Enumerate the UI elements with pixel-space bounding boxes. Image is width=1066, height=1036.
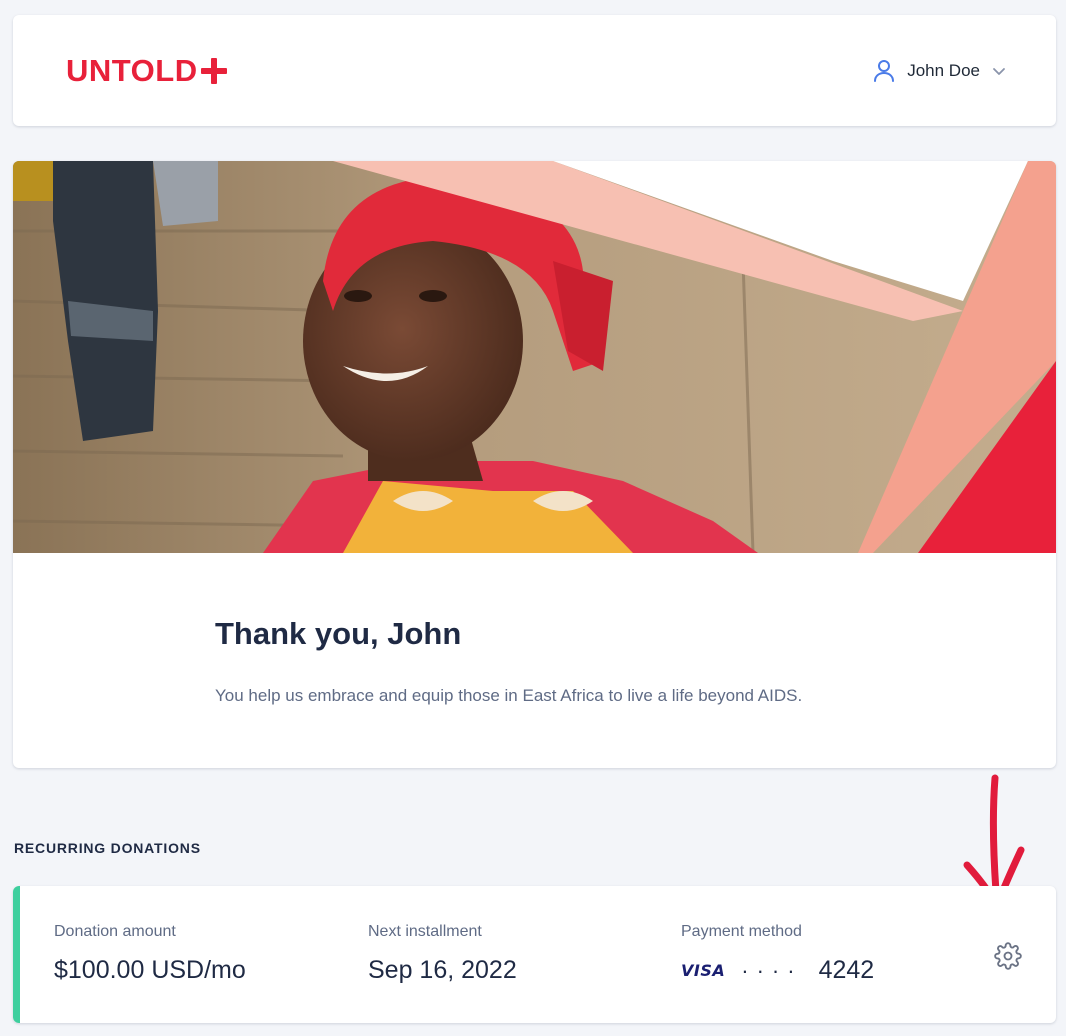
thank-you-message: You help us embrace and equip those in E… [215, 686, 803, 705]
card-last4: 4242 [818, 956, 875, 984]
welcome-card: Thank you, John You help us embrace and … [13, 161, 1056, 768]
user-icon [873, 59, 895, 83]
donation-amount-label: Donation amount [54, 923, 176, 940]
top-bar: UNTOLD John Doe [13, 15, 1056, 126]
user-name: John Doe [907, 61, 980, 80]
recurring-donations-heading: RECURRING DONATIONS [14, 840, 201, 856]
payment-method: Payment method VISA ···· 4242 [681, 923, 874, 985]
logo-text: UNTOLD [66, 53, 198, 88]
plus-icon [200, 58, 227, 84]
payment-method-label: Payment method [681, 923, 802, 940]
next-installment-value: Sep 16, 2022 [368, 956, 517, 984]
donation-amount: Donation amount $100.00 USD/mo [54, 923, 246, 985]
hero-photo [13, 161, 1056, 553]
thank-you-heading: Thank you, John [215, 616, 462, 651]
visa-logo-icon: VISA [681, 961, 726, 980]
chevron-down-icon [992, 66, 1006, 76]
status-accent-bar [13, 886, 20, 1023]
next-installment-label: Next installment [368, 923, 482, 940]
next-installment: Next installment Sep 16, 2022 [368, 923, 517, 985]
untold-logo[interactable]: UNTOLD [66, 53, 227, 89]
card-mask: ···· [741, 957, 803, 983]
donation-amount-value: $100.00 USD/mo [54, 956, 246, 984]
recurring-donation-card[interactable]: Donation amount $100.00 USD/mo Next inst… [13, 886, 1056, 1023]
gear-icon[interactable] [994, 942, 1022, 975]
user-menu[interactable]: John Doe [873, 59, 1006, 83]
